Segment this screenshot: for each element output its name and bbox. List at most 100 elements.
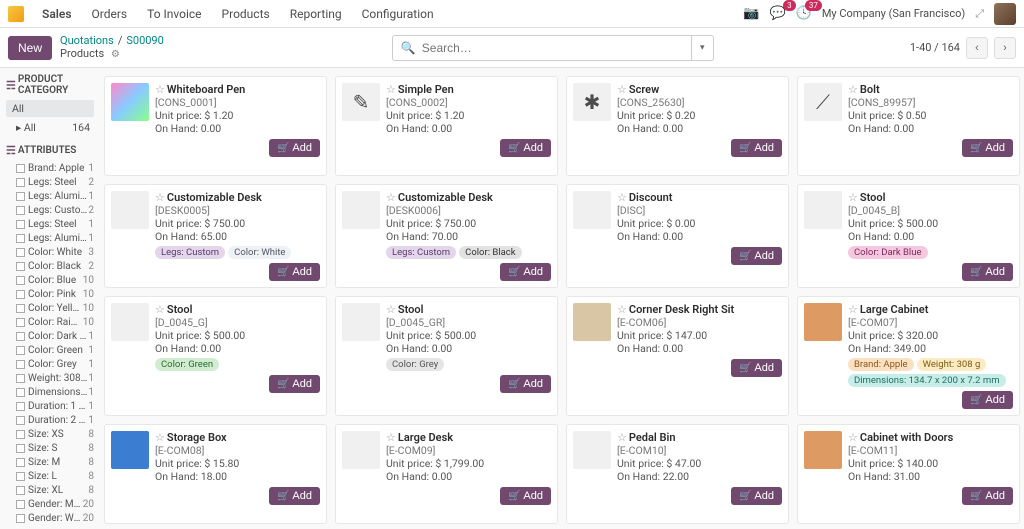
category-all[interactable]: All — [6, 100, 94, 117]
star-icon[interactable]: ☆ — [386, 191, 396, 204]
category-all-expand[interactable]: ▸ All164 — [6, 119, 94, 136]
product-card[interactable]: ☆Stool[D_0045_G]Unit price: $ 500.00On H… — [104, 296, 327, 416]
attr-filter[interactable]: Brand: Apple1 — [6, 161, 94, 175]
attr-filter[interactable]: Duration: 2 year1 — [6, 413, 94, 427]
attr-filter[interactable]: Color: Blue10 — [6, 273, 94, 287]
star-icon[interactable]: ☆ — [617, 431, 627, 444]
star-icon[interactable]: ☆ — [386, 303, 396, 316]
add-button[interactable]: 🛒Add — [962, 391, 1013, 409]
add-button[interactable]: 🛒Add — [500, 487, 551, 505]
add-button[interactable]: 🛒Add — [269, 263, 320, 281]
attr-filter[interactable]: Color: Grey1 — [6, 357, 94, 371]
add-button[interactable]: 🛒Add — [731, 487, 782, 505]
attr-filter[interactable]: Legs: Aluminium1 — [6, 231, 94, 245]
activity-icon[interactable]: 🕓37 — [796, 6, 812, 21]
attr-filter[interactable]: Color: Yellow10 — [6, 301, 94, 315]
product-card[interactable]: ☆Pedal Bin[E-COM10]Unit price: $ 47.00On… — [566, 424, 789, 524]
nav-link-reporting[interactable]: Reporting — [282, 1, 350, 27]
nav-link-products[interactable]: Products — [214, 1, 278, 27]
attr-filter[interactable]: Weight: 308 g1 — [6, 371, 94, 385]
product-card[interactable]: ☆Cabinet with Doors[E-COM11]Unit price: … — [797, 424, 1020, 524]
product-card[interactable]: ☆Customizable Desk[DESK0005]Unit price: … — [104, 184, 327, 288]
add-button[interactable]: 🛒Add — [962, 487, 1013, 505]
attr-filter[interactable]: Color: White3 — [6, 245, 94, 259]
add-button[interactable]: 🛒Add — [269, 139, 320, 157]
star-icon[interactable]: ☆ — [155, 83, 165, 96]
nav-link-sales[interactable]: Sales — [34, 1, 80, 27]
attr-filter[interactable]: Dimensions: 1…1 — [6, 385, 94, 399]
product-card[interactable]: ✎☆Simple Pen[CONS_0002]Unit price: $ 1.2… — [335, 76, 558, 176]
add-button[interactable]: 🛒Add — [731, 139, 782, 157]
gear-icon[interactable]: ⚙ — [111, 49, 120, 60]
add-button[interactable]: 🛒Add — [962, 263, 1013, 281]
add-button[interactable]: 🛒Add — [500, 375, 551, 393]
expand-icon[interactable]: ⤢ — [975, 7, 984, 21]
attr-filter[interactable]: Duration: 1 year1 — [6, 399, 94, 413]
attr-filter[interactable]: Gender: Men20 — [6, 497, 94, 511]
product-card[interactable]: ✱☆Screw[CONS_25630]Unit price: $ 0.20On … — [566, 76, 789, 176]
chat-icon[interactable]: 💬3 — [769, 6, 785, 21]
star-icon[interactable]: ☆ — [617, 191, 627, 204]
nav-link-configuration[interactable]: Configuration — [354, 1, 442, 27]
pager-next[interactable]: › — [994, 37, 1016, 59]
product-card[interactable]: ☆Discount[DISC]Unit price: $ 0.00On Hand… — [566, 184, 789, 288]
product-card[interactable]: ☆Whiteboard Pen[CONS_0001]Unit price: $ … — [104, 76, 327, 176]
search-dropdown[interactable]: ▾ — [692, 35, 714, 61]
star-icon[interactable]: ☆ — [155, 191, 165, 204]
attr-filter[interactable]: Size: M8 — [6, 455, 94, 469]
attr-filter[interactable]: Color: Black2 — [6, 259, 94, 273]
breadcrumb-order[interactable]: S00090 — [126, 34, 163, 47]
search-input[interactable] — [422, 41, 683, 55]
product-card[interactable]: ☆Large Cabinet[E-COM07]Unit price: $ 320… — [797, 296, 1020, 416]
add-button[interactable]: 🛒Add — [269, 487, 320, 505]
add-button[interactable]: 🛒Add — [731, 359, 782, 377]
product-card[interactable]: ☆Customizable Desk[DESK0006]Unit price: … — [335, 184, 558, 288]
attr-filter[interactable]: Legs: Steel2 — [6, 175, 94, 189]
star-icon[interactable]: ☆ — [617, 83, 627, 96]
company-name[interactable]: My Company (San Francisco) — [822, 7, 965, 20]
add-button[interactable]: 🛒Add — [962, 139, 1013, 157]
star-icon[interactable]: ☆ — [848, 83, 858, 96]
user-avatar[interactable] — [994, 3, 1016, 25]
product-card[interactable]: ☆Corner Desk Right Sit[E-COM06]Unit pric… — [566, 296, 789, 416]
attr-filter[interactable]: Size: S8 — [6, 441, 94, 455]
camera-icon[interactable]: 📷 — [743, 6, 759, 21]
breadcrumb-quotations[interactable]: Quotations — [60, 34, 114, 47]
star-icon[interactable]: ☆ — [617, 303, 627, 316]
product-card[interactable]: ☆Stool[D_0045_B]Unit price: $ 500.00On H… — [797, 184, 1020, 288]
star-icon[interactable]: ☆ — [386, 431, 396, 444]
add-button[interactable]: 🛒Add — [500, 139, 551, 157]
nav-link-orders[interactable]: Orders — [84, 1, 136, 27]
nav-link-to-invoice[interactable]: To Invoice — [139, 1, 209, 27]
new-button[interactable]: New — [8, 36, 52, 60]
star-icon[interactable]: ☆ — [848, 303, 858, 316]
app-logo-icon[interactable] — [8, 6, 24, 22]
attr-filter[interactable]: Color: Dark Blue1 — [6, 329, 94, 343]
star-icon[interactable]: ☆ — [155, 303, 165, 316]
star-icon[interactable]: ☆ — [848, 191, 858, 204]
star-icon[interactable]: ☆ — [155, 431, 165, 444]
attr-filter[interactable]: Legs: Steel1 — [6, 217, 94, 231]
search-box[interactable]: 🔍 — [392, 35, 692, 61]
product-card[interactable]: ☆Large Desk[E-COM09]Unit price: $ 1,799.… — [335, 424, 558, 524]
attr-filter[interactable]: Gender: Wo…20 — [6, 511, 94, 525]
attr-filter[interactable]: Color: Green1 — [6, 343, 94, 357]
attr-filter[interactable]: Size: XL8 — [6, 483, 94, 497]
pager-prev[interactable]: ‹ — [966, 37, 988, 59]
attr-filter[interactable]: Color: Rainbow10 — [6, 315, 94, 329]
attr-filter[interactable]: Color: Pink10 — [6, 287, 94, 301]
add-button[interactable]: 🛒Add — [500, 263, 551, 281]
product-card[interactable]: ⟋☆Bolt[CONS_89957]Unit price: $ 0.50On H… — [797, 76, 1020, 176]
attr-filter[interactable]: Legs: Aluminium1 — [6, 189, 94, 203]
attr-filter[interactable]: Size: L8 — [6, 469, 94, 483]
attr-filter[interactable]: Legs: Custom2 — [6, 203, 94, 217]
attr-filter[interactable]: Size: XS8 — [6, 427, 94, 441]
add-button[interactable]: 🛒Add — [731, 247, 782, 265]
star-icon[interactable]: ☆ — [386, 83, 396, 96]
product-price: Unit price: $ 15.80 — [155, 457, 320, 470]
product-card[interactable]: ☆Storage Box[E-COM08]Unit price: $ 15.80… — [104, 424, 327, 524]
star-icon[interactable]: ☆ — [848, 431, 858, 444]
product-card[interactable]: ☆Stool[D_0045_GR]Unit price: $ 500.00On … — [335, 296, 558, 416]
add-button[interactable]: 🛒Add — [269, 375, 320, 393]
product-tag: Color: Green — [155, 358, 219, 371]
